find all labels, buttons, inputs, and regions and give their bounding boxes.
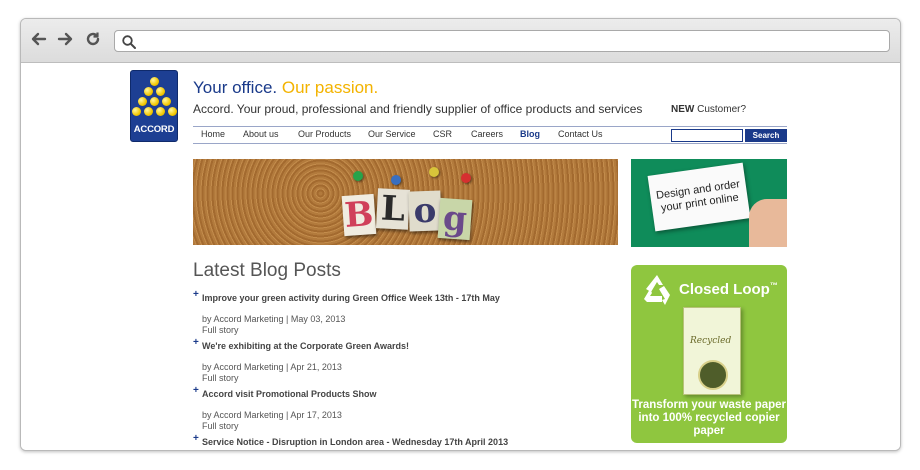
post-title-link[interactable]: We're exhibiting at the Corporate Green …	[202, 341, 409, 351]
pushpin-icon	[429, 167, 439, 177]
full-story-link[interactable]: Full story	[202, 373, 239, 383]
post-title-link[interactable]: Accord visit Promotional Products Show	[202, 389, 377, 399]
arrow-left-icon	[31, 32, 47, 46]
web-page: ACCORD Your office. Our passion. Accord.…	[21, 64, 900, 450]
plus-icon: +	[193, 289, 199, 300]
nav-item-blog[interactable]: Blog	[520, 129, 540, 139]
reload-button[interactable]	[83, 29, 103, 49]
banner-letter-b: B	[341, 193, 377, 237]
closed-loop-title-text: Closed Loop	[679, 281, 770, 298]
accord-logo[interactable]: ACCORD	[130, 70, 178, 142]
full-story-link[interactable]: Full story	[202, 325, 239, 335]
post-title-link[interactable]: Improve your green activity during Green…	[202, 293, 500, 303]
nav-item-home[interactable]: Home	[201, 129, 225, 139]
blog-post: + Improve your green activity during Gre…	[193, 289, 613, 338]
new-customer-bold: NEW	[671, 104, 695, 115]
post-meta: by Accord Marketing | Apr 21, 2013	[202, 362, 342, 372]
full-story-link[interactable]: Full story	[202, 421, 239, 431]
post-title-link[interactable]: Service Notice - Disruption in London ar…	[202, 437, 508, 447]
post-meta: by Accord Marketing | May 03, 2013	[202, 314, 346, 324]
site-tagline: Your office. Our passion.	[193, 78, 378, 98]
banner-letter-l: L	[375, 188, 411, 230]
print-online-ad[interactable]: Design and order your print online	[631, 159, 787, 247]
logo-text: ACCORD	[133, 124, 175, 135]
banner-letter-o: o	[408, 190, 442, 232]
logo-dots	[131, 77, 177, 121]
plus-icon: +	[193, 337, 199, 348]
nav-item-csr[interactable]: CSR	[433, 129, 452, 139]
banner-letter-g: g	[437, 197, 473, 241]
back-button[interactable]	[29, 29, 49, 49]
closed-loop-text: Transform your waste paper into 100% rec…	[631, 399, 787, 437]
reload-icon	[86, 32, 100, 46]
plus-icon: +	[193, 433, 199, 444]
ream-label: Recycled	[690, 336, 732, 346]
blog-heading: Latest Blog Posts	[193, 260, 341, 281]
nav-item-careers[interactable]: Careers	[471, 129, 503, 139]
arrow-right-icon	[57, 32, 73, 46]
plus-icon: +	[193, 385, 199, 396]
tagline-part1: Your office.	[193, 78, 278, 97]
nav-item-contact-us[interactable]: Contact Us	[558, 129, 603, 139]
seal-icon	[698, 360, 728, 390]
site-search-input[interactable]	[671, 129, 743, 142]
nav-item-about-us[interactable]: About us	[243, 129, 279, 139]
new-customer-text: Customer?	[697, 104, 747, 115]
blog-post-list: + Improve your green activity during Gre…	[193, 289, 613, 450]
site-search-button[interactable]: Search	[745, 129, 787, 142]
tagline-part2: Our passion.	[281, 78, 379, 97]
nav-item-our-products[interactable]: Our Products	[298, 129, 351, 139]
closed-loop-ad[interactable]: Closed Loop™ Recycled Transform your was…	[631, 265, 787, 443]
trademark-mark: ™	[769, 281, 778, 290]
address-bar[interactable]	[114, 30, 890, 52]
paper-ream-image: Recycled	[683, 307, 741, 395]
blog-banner-image: B L o g	[193, 159, 618, 245]
browser-toolbar	[21, 19, 900, 63]
print-ad-text: Design and order your print online	[647, 162, 751, 232]
search-icon	[122, 35, 136, 49]
pushpin-icon	[391, 175, 401, 185]
closed-loop-title: Closed Loop™	[679, 281, 778, 298]
pushpin-icon	[461, 173, 471, 183]
url-input[interactable]	[141, 33, 881, 49]
forward-button[interactable]	[55, 29, 75, 49]
site-subline: Accord. Your proud, professional and fri…	[193, 102, 643, 116]
post-meta: by Accord Marketing | Apr 17, 2013	[202, 410, 342, 420]
blog-post: + We're exhibiting at the Corporate Gree…	[193, 337, 613, 386]
pushpin-icon	[353, 171, 363, 181]
nav-item-our-service[interactable]: Our Service	[368, 129, 416, 139]
hand-image	[749, 199, 787, 247]
recycle-icon	[644, 275, 670, 305]
blog-post: + Service Notice - Disruption in London …	[193, 433, 613, 450]
new-customer-link[interactable]: NEW Customer?	[671, 104, 746, 115]
blog-post: + Accord visit Promotional Products Show…	[193, 385, 613, 434]
browser-window: ACCORD Your office. Our passion. Accord.…	[20, 18, 901, 451]
